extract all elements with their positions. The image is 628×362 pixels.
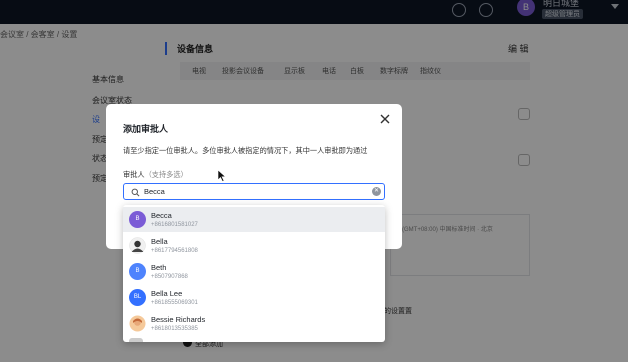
- user-phone: +8618013535385: [151, 326, 198, 332]
- list-item[interactable]: B Becca +8616801581027: [123, 207, 385, 232]
- avatar: B: [129, 263, 146, 280]
- list-item[interactable]: BL Bella Lee +8618555069301: [123, 285, 385, 310]
- approver-label-text: 审批人: [123, 170, 145, 179]
- dialog-description: 请至少指定一位审批人。多位审批人被指定的情况下，其中一人审批即为通过: [123, 146, 368, 155]
- search-results: B Becca +8616801581027 Bella +8617794561…: [123, 205, 385, 342]
- user-name: Bella Lee: [151, 289, 183, 298]
- more-results: [129, 338, 143, 342]
- clear-icon[interactable]: ✕: [372, 187, 381, 196]
- close-icon[interactable]: [378, 112, 392, 126]
- list-item[interactable]: B Beth +8507907868: [123, 259, 385, 284]
- user-name: Bella: [151, 237, 168, 246]
- list-item[interactable]: Bella +8617794561808: [123, 233, 385, 258]
- user-phone: +8617794561808: [151, 248, 198, 254]
- avatar: BL: [129, 289, 146, 306]
- approver-search[interactable]: ✕: [123, 183, 385, 200]
- user-name: Bessie Richards: [151, 315, 206, 324]
- mouse-cursor-icon: [217, 169, 227, 182]
- user-phone: +8507907868: [151, 274, 188, 280]
- approver-label-hint: （支持多选）: [144, 170, 188, 179]
- dialog-title: 添加审批人: [123, 124, 169, 134]
- user-phone: +8618555069301: [151, 300, 198, 306]
- approver-label: 审批人（支持多选）: [123, 170, 188, 180]
- avatar: B: [129, 211, 146, 228]
- user-name: Becca: [151, 211, 172, 220]
- user-phone: +8616801581027: [151, 222, 198, 228]
- avatar: [129, 315, 146, 332]
- search-icon: [131, 188, 140, 197]
- avatar: [129, 237, 146, 254]
- list-item[interactable]: Bessie Richards +8618013535385: [123, 311, 385, 336]
- search-input[interactable]: [144, 185, 364, 198]
- user-name: Beth: [151, 263, 167, 272]
